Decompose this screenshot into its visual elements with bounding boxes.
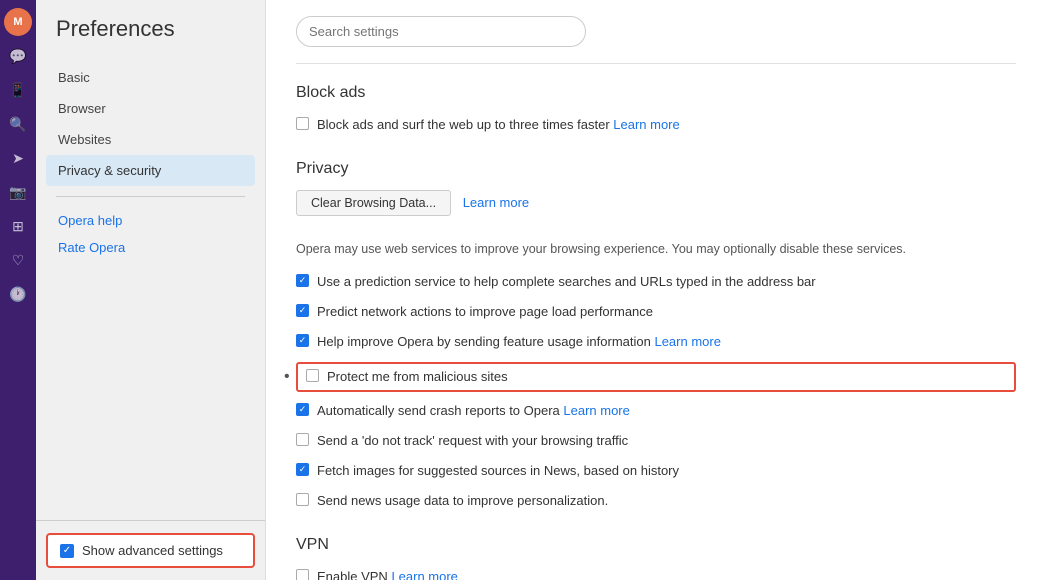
block-ads-row: Block ads and surf the web up to three t… xyxy=(296,114,1016,136)
search-bar xyxy=(296,16,1016,47)
feature-usage-label: Help improve Opera by sending feature us… xyxy=(317,333,721,351)
sidebar-divider xyxy=(56,196,245,197)
show-advanced-checkbox[interactable]: ✓ xyxy=(60,544,74,558)
block-ads-section: Block ads Block ads and surf the web up … xyxy=(296,84,1016,136)
privacy-description: Opera may use web services to improve yo… xyxy=(296,240,1016,259)
search-input[interactable] xyxy=(296,16,586,47)
feature-usage-row: ✓ Help improve Opera by sending feature … xyxy=(296,331,1016,353)
main-divider xyxy=(296,63,1016,64)
protect-malicious-label: Protect me from malicious sites xyxy=(327,368,508,386)
block-ads-learn-more-link[interactable]: Learn more xyxy=(613,117,679,132)
fetch-images-row: ✓ Fetch images for suggested sources in … xyxy=(296,460,1016,482)
main-content: Block ads Block ads and surf the web up … xyxy=(266,0,1046,580)
feature-usage-learn-more-link[interactable]: Learn more xyxy=(654,334,720,349)
news-usage-checkbox[interactable] xyxy=(296,493,309,506)
heart-icon[interactable]: ♡ xyxy=(4,246,32,274)
block-ads-checkbox[interactable] xyxy=(296,117,309,130)
sidebar-item-basic[interactable]: Basic xyxy=(46,62,255,93)
privacy-section: Privacy Clear Browsing Data... Learn mor… xyxy=(296,160,1016,512)
enable-vpn-checkbox[interactable] xyxy=(296,569,309,580)
camera-icon[interactable]: 📷 xyxy=(4,178,32,206)
crash-reports-row: ✓ Automatically send crash reports to Op… xyxy=(296,400,1016,422)
do-not-track-label: Send a 'do not track' request with your … xyxy=(317,432,628,450)
prediction-service-label: Use a prediction service to help complet… xyxy=(317,273,816,291)
prediction-service-row: ✓ Use a prediction service to help compl… xyxy=(296,271,1016,293)
sidebar-footer: ✓ Show advanced settings xyxy=(36,520,265,580)
vpn-title: VPN xyxy=(296,536,1016,554)
privacy-title: Privacy xyxy=(296,160,1016,178)
news-usage-row: Send news usage data to improve personal… xyxy=(296,490,1016,512)
do-not-track-checkbox[interactable] xyxy=(296,433,309,446)
send-icon[interactable]: ➤ xyxy=(4,144,32,172)
fetch-images-checkbox[interactable]: ✓ xyxy=(296,463,309,476)
crash-reports-checkbox[interactable]: ✓ xyxy=(296,403,309,416)
prediction-service-checkbox[interactable]: ✓ xyxy=(296,274,309,287)
news-usage-label: Send news usage data to improve personal… xyxy=(317,492,608,510)
crash-reports-learn-more-link[interactable]: Learn more xyxy=(563,403,629,418)
protect-malicious-row: Protect me from malicious sites xyxy=(296,362,1016,392)
sidebar: Preferences Basic Browser Websites Priva… xyxy=(36,0,266,580)
enable-vpn-row: Enable VPN Learn more xyxy=(296,566,1016,580)
sidebar-item-websites[interactable]: Websites xyxy=(46,124,255,155)
clear-browsing-data-button[interactable]: Clear Browsing Data... xyxy=(296,190,451,216)
block-ads-label: Block ads and surf the web up to three t… xyxy=(317,116,680,134)
search-icon[interactable]: 🔍 xyxy=(4,110,32,138)
opera-help-link[interactable]: Opera help xyxy=(46,207,255,234)
show-advanced-label: Show advanced settings xyxy=(82,543,223,558)
block-ads-title: Block ads xyxy=(296,84,1016,102)
messenger-icon[interactable]: 💬 xyxy=(4,42,32,70)
rate-opera-link[interactable]: Rate Opera xyxy=(46,234,255,261)
whatsapp-icon[interactable]: 📱 xyxy=(4,76,32,104)
icon-bar: M 💬 📱 🔍 ➤ 📷 ⊞ ♡ 🕐 xyxy=(0,0,36,580)
predict-network-checkbox[interactable]: ✓ xyxy=(296,304,309,317)
grid-icon[interactable]: ⊞ xyxy=(4,212,32,240)
fetch-images-label: Fetch images for suggested sources in Ne… xyxy=(317,462,679,480)
feature-usage-checkbox[interactable]: ✓ xyxy=(296,334,309,347)
avatar-icon[interactable]: M xyxy=(4,8,32,36)
sidebar-item-privacy-security[interactable]: Privacy & security xyxy=(46,155,255,186)
sidebar-nav: Basic Browser Websites Privacy & securit… xyxy=(36,62,265,520)
crash-reports-label: Automatically send crash reports to Oper… xyxy=(317,402,630,420)
clock-icon[interactable]: 🕐 xyxy=(4,280,32,308)
protect-malicious-checkbox[interactable] xyxy=(306,369,319,382)
sidebar-item-browser[interactable]: Browser xyxy=(46,93,255,124)
predict-network-row: ✓ Predict network actions to improve pag… xyxy=(296,301,1016,323)
sidebar-title: Preferences xyxy=(36,0,265,62)
vpn-learn-more-link[interactable]: Learn more xyxy=(391,569,457,580)
do-not-track-row: Send a 'do not track' request with your … xyxy=(296,430,1016,452)
enable-vpn-label: Enable VPN Learn more xyxy=(317,568,458,580)
vpn-section: VPN Enable VPN Learn more VPN connects t… xyxy=(296,536,1016,580)
show-advanced-button[interactable]: ✓ Show advanced settings xyxy=(46,533,255,568)
predict-network-label: Predict network actions to improve page … xyxy=(317,303,653,321)
privacy-learn-more-link[interactable]: Learn more xyxy=(463,195,529,210)
